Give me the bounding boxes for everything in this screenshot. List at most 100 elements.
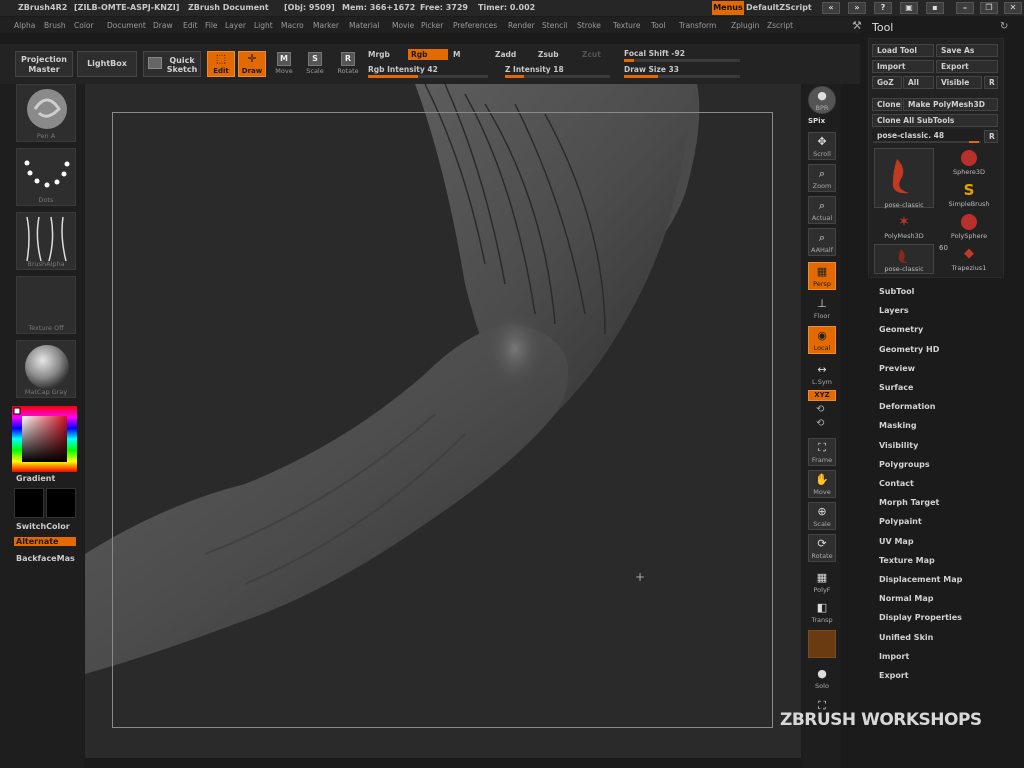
goz-button[interactable]: GoZ [872, 76, 902, 89]
rotate-mode-button[interactable]: R Rotate [336, 52, 360, 75]
ghost-button[interactable] [808, 630, 836, 658]
mrgb-toggle[interactable]: Mrgb [368, 50, 390, 59]
menu-layer[interactable]: Layer [225, 21, 246, 30]
restore-icon[interactable]: ❐ [980, 2, 998, 14]
import-button[interactable]: Import [872, 60, 934, 73]
persp-button[interactable]: ▦ Persp [808, 262, 836, 290]
refresh-icon[interactable]: ↻ [1000, 21, 1008, 32]
section-deformation[interactable]: Deformation [879, 402, 935, 411]
save-as-button[interactable]: Save As [936, 44, 998, 57]
aahalf-button[interactable]: ⌕ AAHalf [808, 228, 836, 256]
r-small-button[interactable]: R [984, 130, 998, 143]
rotate-z-icon[interactable]: ⟲ [816, 418, 824, 429]
menu-zscript[interactable]: Zscript [767, 21, 793, 30]
projection-master-button[interactable]: Projection Master [15, 51, 73, 77]
m-toggle[interactable]: M [453, 50, 460, 59]
rotate-y-icon[interactable]: ⟲ [816, 404, 824, 415]
xyz-toggle[interactable]: XYZ [808, 390, 836, 401]
local-button[interactable]: ◉ Local [808, 326, 836, 354]
menu-stroke[interactable]: Stroke [577, 21, 601, 30]
tool-thumb-simplebrush[interactable]: S SimpleBrush [938, 180, 1000, 210]
prev-arrows-icon[interactable]: « [822, 2, 840, 14]
lsym-button[interactable]: ↔ L.Sym [808, 360, 836, 388]
transp-button[interactable]: ◧ Transp [808, 598, 836, 626]
menu-preferences[interactable]: Preferences [453, 21, 497, 30]
draw-button[interactable]: ✛ Draw [238, 51, 266, 77]
rgb-intensity-slider[interactable] [368, 75, 488, 78]
scale-view-button[interactable]: ⊕ Scale [808, 502, 836, 530]
export-button[interactable]: Export [936, 60, 998, 73]
zadd-toggle[interactable]: Zadd [495, 50, 516, 59]
rotate-view-button[interactable]: ⟳ Rotate [808, 534, 836, 562]
menu-marker[interactable]: Marker [313, 21, 339, 30]
minimize-icon[interactable]: – [956, 2, 974, 14]
menu-macro[interactable]: Macro [281, 21, 304, 30]
color-picker[interactable] [12, 406, 77, 472]
section-normal-map[interactable]: Normal Map [879, 594, 933, 603]
section-uv-map[interactable]: UV Map [879, 537, 914, 546]
menus-button[interactable]: Menus [712, 1, 744, 15]
solo-button[interactable]: ● Solo [808, 664, 836, 692]
tool-thumb-polysphere[interactable]: PolySphere [938, 212, 1000, 242]
section-visibility[interactable]: Visibility [879, 441, 918, 450]
move-view-button[interactable]: ✋ Move [808, 470, 836, 498]
load-tool-button[interactable]: Load Tool [872, 44, 934, 57]
menu-draw[interactable]: Draw [153, 21, 173, 30]
lightbox-button[interactable]: LightBox [77, 51, 137, 77]
rgb-toggle[interactable]: Rgb [408, 49, 448, 60]
current-tool-slider[interactable]: pose-classic. 48 [872, 129, 982, 143]
next-arrows-icon[interactable]: » [848, 2, 866, 14]
section-import[interactable]: Import [879, 652, 909, 661]
menu-picker[interactable]: Picker [421, 21, 443, 30]
section-displacement-map[interactable]: Displacement Map [879, 575, 962, 584]
section-display-properties[interactable]: Display Properties [879, 613, 962, 622]
tool-thumb-pose-classic-2[interactable]: pose-classic [874, 244, 934, 274]
menu-movie[interactable]: Movie [392, 21, 414, 30]
floor-button[interactable]: ⊥ Floor [808, 294, 836, 322]
visible-button[interactable]: Visible [936, 76, 982, 89]
section-masking[interactable]: Masking [879, 421, 917, 430]
menu-texture[interactable]: Texture [613, 21, 640, 30]
section-preview[interactable]: Preview [879, 364, 915, 373]
zsub-toggle[interactable]: Zsub [538, 50, 559, 59]
menu-material[interactable]: Material [349, 21, 379, 30]
zcut-toggle[interactable]: Zcut [582, 50, 601, 59]
secondary-color-swatch[interactable] [46, 488, 76, 518]
close-icon[interactable]: ✕ [1004, 2, 1022, 14]
section-geometry-hd[interactable]: Geometry HD [879, 345, 939, 354]
r-button[interactable]: R [984, 76, 998, 89]
document-canvas[interactable]: + [85, 84, 801, 758]
actual-button[interactable]: ⌕ Actual [808, 196, 836, 224]
tool-thumb-trapezius1[interactable]: ◆ Trapezius1 [938, 244, 1000, 274]
section-surface[interactable]: Surface [879, 383, 913, 392]
menu-stencil[interactable]: Stencil [542, 21, 567, 30]
clone-button[interactable]: Clone [872, 98, 902, 111]
menu-brush[interactable]: Brush [44, 21, 66, 30]
menu-render[interactable]: Render [508, 21, 535, 30]
gradient-label[interactable]: Gradient [16, 474, 55, 483]
brush-thumbnail[interactable]: Pen A [16, 84, 76, 142]
section-polygroups[interactable]: Polygroups [879, 460, 930, 469]
menu-zplugin[interactable]: Zplugin [731, 21, 759, 30]
menu-document[interactable]: Document [107, 21, 146, 30]
draw-size-slider[interactable] [624, 75, 740, 78]
focal-shift-slider[interactable] [624, 59, 740, 62]
layout-icon[interactable]: ▣ [900, 2, 918, 14]
tool-thumb-polymesh3d[interactable]: ✶ PolyMesh3D [874, 212, 934, 242]
section-morph-target[interactable]: Morph Target [879, 498, 939, 507]
tool-panel-title[interactable]: Tool [872, 21, 893, 34]
clone-all-subtools-button[interactable]: Clone All SubTools [872, 114, 998, 127]
polyf-button[interactable]: ▦ PolyF [808, 568, 836, 596]
edit-button[interactable]: ⬚ Edit [207, 51, 235, 77]
move-mode-button[interactable]: M Move [272, 52, 296, 75]
scroll-button[interactable]: ✥ Scroll [808, 132, 836, 160]
alpha-thumbnail[interactable]: BrushAlpha [16, 212, 76, 270]
lock-icon[interactable]: ▪ [926, 2, 944, 14]
material-thumbnail[interactable]: MatCap Gray [16, 340, 76, 398]
make-polymesh-button[interactable]: Make PolyMesh3D [903, 98, 998, 111]
scale-mode-button[interactable]: S Scale [303, 52, 327, 75]
section-subtool[interactable]: SubTool [879, 287, 914, 296]
section-unified-skin[interactable]: Unified Skin [879, 633, 933, 642]
tool-thumb-sphere3d[interactable]: Sphere3D [938, 148, 1000, 178]
tool-thumb-pose-classic[interactable]: pose-classic [874, 148, 934, 209]
